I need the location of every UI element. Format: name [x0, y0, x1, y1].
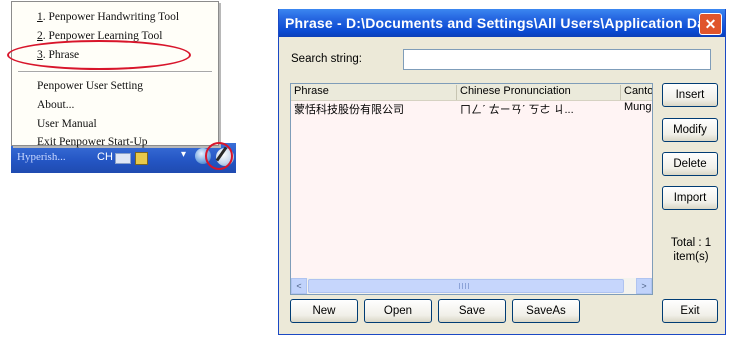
cell-pronunciation: ㄇㄥˊ ㄊㄧㄢˊ ㄎㄜ ㄐ...: [460, 104, 574, 116]
scroll-right-button[interactable]: >: [636, 278, 652, 294]
chevron-down-icon[interactable]: ▾: [181, 149, 186, 160]
new-button[interactable]: New: [290, 299, 358, 323]
ime-pen-icon[interactable]: [135, 152, 148, 165]
cell-canto: Mung: [624, 101, 652, 113]
tray-context-menu: 1. Penpower Handwriting Tool 2. Penpower…: [11, 1, 219, 148]
cell-phrase: 蒙恬科技股份有限公司: [294, 104, 404, 116]
column-header-canto[interactable]: Canto: [621, 85, 652, 100]
search-label: Search string:: [291, 53, 362, 65]
column-header-phrase[interactable]: Phrase: [291, 85, 457, 100]
menu-separator: [18, 71, 212, 73]
title-bar[interactable]: Phrase - D:\Documents and Settings\All U…: [279, 9, 725, 37]
scroll-grip-icon: [459, 283, 471, 289]
total-unit: item(s): [673, 251, 709, 263]
window-title: Phrase - D:\Documents and Settings\All U…: [285, 15, 723, 31]
menu-item-about[interactable]: About...: [37, 99, 74, 111]
column-header-pronunciation[interactable]: Chinese Pronunciation: [457, 85, 621, 100]
highlight-oval: [7, 40, 191, 70]
open-button[interactable]: Open: [364, 299, 432, 323]
menu-item-user-setting[interactable]: Penpower User Setting: [37, 80, 143, 92]
taskbar-button-label[interactable]: Hyperish...: [17, 151, 66, 163]
phrase-list[interactable]: Phrase Chinese Pronunciation Canto 蒙恬科技股…: [290, 83, 653, 295]
language-indicator[interactable]: CH: [97, 151, 113, 163]
total-count: Total : 1 item(s): [663, 236, 719, 264]
highlight-circle: [205, 142, 233, 170]
menu-item-exit-startup[interactable]: Exit Penpower Start-Up: [37, 136, 148, 148]
exit-button[interactable]: Exit: [662, 299, 718, 323]
total-label: Total : 1: [670, 237, 712, 249]
import-button[interactable]: Import: [662, 186, 718, 210]
delete-button[interactable]: Delete: [662, 152, 718, 176]
list-empty-area: [291, 116, 652, 278]
scroll-left-button[interactable]: <: [291, 278, 307, 294]
modify-button[interactable]: Modify: [662, 118, 718, 142]
scroll-thumb[interactable]: [308, 279, 624, 293]
insert-button[interactable]: Insert: [662, 83, 718, 107]
table-row[interactable]: 蒙恬科技股份有限公司 ㄇㄥˊ ㄊㄧㄢˊ ㄎㄜ ㄐ... Mung: [291, 101, 652, 116]
saveas-button[interactable]: SaveAs: [512, 299, 580, 323]
close-icon[interactable]: ✕: [699, 13, 722, 35]
horizontal-scrollbar[interactable]: < >: [291, 278, 652, 294]
menu-item-handwriting-tool[interactable]: 1. Penpower Handwriting Tool: [37, 11, 179, 23]
phrase-window: Phrase - D:\Documents and Settings\All U…: [278, 9, 726, 335]
search-input[interactable]: [403, 49, 711, 70]
save-button[interactable]: Save: [438, 299, 506, 323]
keyboard-icon[interactable]: [115, 153, 131, 164]
list-header: Phrase Chinese Pronunciation Canto: [291, 84, 652, 101]
menu-item-user-manual[interactable]: User Manual: [37, 118, 97, 130]
